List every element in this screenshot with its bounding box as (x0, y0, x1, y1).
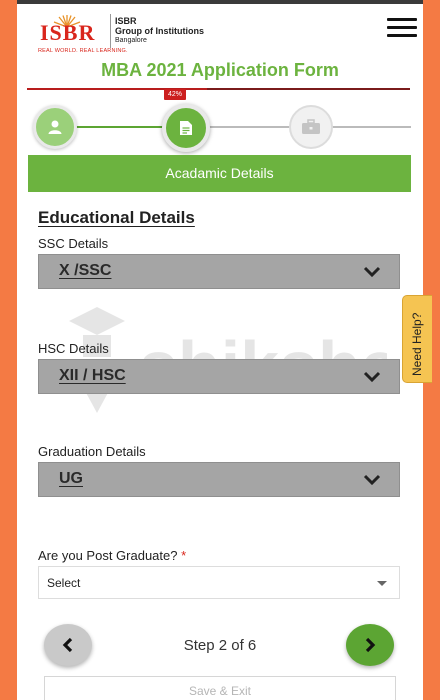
form-title: MBA 2021 Application Form (101, 60, 339, 80)
institution-line-2: Group of Institutions (115, 26, 204, 36)
caret-down-icon (377, 581, 387, 586)
institution-line-1: ISBR (115, 16, 137, 26)
post-graduate-label: Are you Post Graduate? * (38, 548, 186, 563)
required-asterisk: * (181, 548, 187, 563)
ssc-label: SSC Details (38, 236, 109, 251)
chevron-down-icon (363, 266, 381, 278)
need-help-tab[interactable]: Need Help? (402, 295, 432, 383)
graduation-label: Graduation Details (38, 444, 146, 459)
logo-divider (110, 14, 111, 48)
step-personal[interactable] (33, 105, 77, 149)
hsc-dropdown[interactable]: XII / HSC (38, 359, 400, 394)
hsc-value: XII / HSC (59, 367, 126, 384)
graduation-dropdown[interactable]: UG (38, 462, 400, 497)
chevron-right-icon (365, 637, 376, 653)
next-step-button[interactable] (346, 624, 394, 666)
briefcase-icon (302, 119, 320, 134)
hsc-label: HSC Details (38, 341, 109, 356)
post-graduate-select[interactable]: Select (38, 566, 400, 599)
logo-wordmark: ISBR (40, 20, 96, 45)
post-graduate-selected: Select (47, 576, 81, 590)
section-title-bar: Acadamic Details (28, 155, 411, 192)
step-experience[interactable] (289, 105, 333, 149)
educational-details-heading: Educational Details (38, 208, 195, 227)
hamburger-menu-icon[interactable] (387, 18, 417, 38)
chevron-down-icon (363, 371, 381, 383)
chevron-down-icon (363, 474, 381, 486)
document-icon (180, 121, 192, 135)
institution-line-3: Bangalore (115, 37, 147, 44)
isbr-logo[interactable]: ISBR REAL WORLD. REAL LEARNING. (28, 12, 128, 54)
graduation-value: UG (59, 470, 83, 487)
ssc-dropdown[interactable]: X /SSC (38, 254, 400, 289)
ssc-value: X /SSC (59, 262, 112, 279)
user-icon (48, 120, 62, 134)
application-page: ISBR REAL WORLD. REAL LEARNING. ISBR Gro… (17, 0, 423, 700)
need-help-label: Need Help? (410, 312, 424, 376)
step-academic[interactable] (162, 104, 210, 152)
institution-name: ISBR Group of Institutions Bangalore (115, 16, 204, 45)
save-and-exit-button[interactable]: Save & Exit (44, 676, 396, 700)
logo-tagline: REAL WORLD. REAL LEARNING. (38, 48, 128, 54)
progress-percent-badge: 42% (164, 89, 186, 100)
post-graduate-question: Are you Post Graduate? (38, 548, 178, 563)
site-header: ISBR REAL WORLD. REAL LEARNING. ISBR Gro… (17, 4, 423, 54)
